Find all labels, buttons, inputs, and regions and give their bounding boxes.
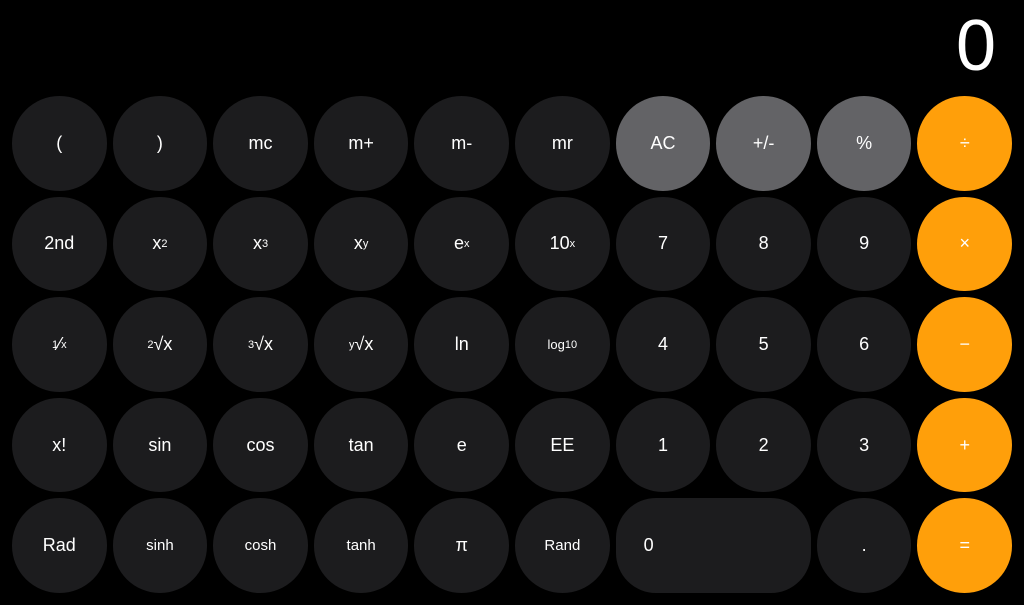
- euler-button[interactable]: e: [414, 398, 509, 493]
- percent-button[interactable]: %: [817, 96, 912, 191]
- factorial-button[interactable]: x!: [12, 398, 107, 493]
- sin-button[interactable]: sin: [113, 398, 208, 493]
- five-button[interactable]: 5: [716, 297, 811, 392]
- ac-button[interactable]: AC: [616, 96, 711, 191]
- one-over-x-button[interactable]: 1⁄x: [12, 297, 107, 392]
- ten-to-x-button[interactable]: 10x: [515, 197, 610, 292]
- log10-button[interactable]: log10: [515, 297, 610, 392]
- seven-button[interactable]: 7: [616, 197, 711, 292]
- cbrt-x-button[interactable]: 3√x: [213, 297, 308, 392]
- e-to-x-button[interactable]: ex: [414, 197, 509, 292]
- two-button[interactable]: 2: [716, 398, 811, 493]
- paren-open-button[interactable]: (: [12, 96, 107, 191]
- m-minus-button[interactable]: m-: [414, 96, 509, 191]
- sinh-button[interactable]: sinh: [113, 498, 208, 593]
- display-value: 0: [956, 10, 996, 82]
- calculator-grid: ()mcm+m-mrAC+/-%÷ 2ndx2x3xyex10x789× 1⁄x2√…: [0, 90, 1024, 605]
- one-button[interactable]: 1: [616, 398, 711, 493]
- m-plus-button[interactable]: m+: [314, 96, 409, 191]
- zero-button[interactable]: 0: [616, 498, 811, 593]
- mr-button[interactable]: mr: [515, 96, 610, 191]
- decimal-button[interactable]: .: [817, 498, 912, 593]
- add-button[interactable]: +: [917, 398, 1012, 493]
- cosh-button[interactable]: cosh: [213, 498, 308, 593]
- ln-button[interactable]: ln: [414, 297, 509, 392]
- y-root-x-button[interactable]: y√x: [314, 297, 409, 392]
- plus-minus-button[interactable]: +/-: [716, 96, 811, 191]
- x-cubed-button[interactable]: x3: [213, 197, 308, 292]
- subtract-button[interactable]: −: [917, 297, 1012, 392]
- display-area: 0: [0, 0, 1024, 90]
- tanh-button[interactable]: tanh: [314, 498, 409, 593]
- divide-button[interactable]: ÷: [917, 96, 1012, 191]
- second-button[interactable]: 2nd: [12, 197, 107, 292]
- equals-button[interactable]: =: [917, 498, 1012, 593]
- six-button[interactable]: 6: [817, 297, 912, 392]
- x-to-y-button[interactable]: xy: [314, 197, 409, 292]
- nine-button[interactable]: 9: [817, 197, 912, 292]
- eight-button[interactable]: 8: [716, 197, 811, 292]
- four-button[interactable]: 4: [616, 297, 711, 392]
- x-squared-button[interactable]: x2: [113, 197, 208, 292]
- sqrt-x-button[interactable]: 2√x: [113, 297, 208, 392]
- three-button[interactable]: 3: [817, 398, 912, 493]
- ee-button[interactable]: EE: [515, 398, 610, 493]
- paren-close-button[interactable]: ): [113, 96, 208, 191]
- cos-button[interactable]: cos: [213, 398, 308, 493]
- rand-button[interactable]: Rand: [515, 498, 610, 593]
- tan-button[interactable]: tan: [314, 398, 409, 493]
- mc-button[interactable]: mc: [213, 96, 308, 191]
- multiply-button[interactable]: ×: [917, 197, 1012, 292]
- rad-button[interactable]: Rad: [12, 498, 107, 593]
- pi-button[interactable]: π: [414, 498, 509, 593]
